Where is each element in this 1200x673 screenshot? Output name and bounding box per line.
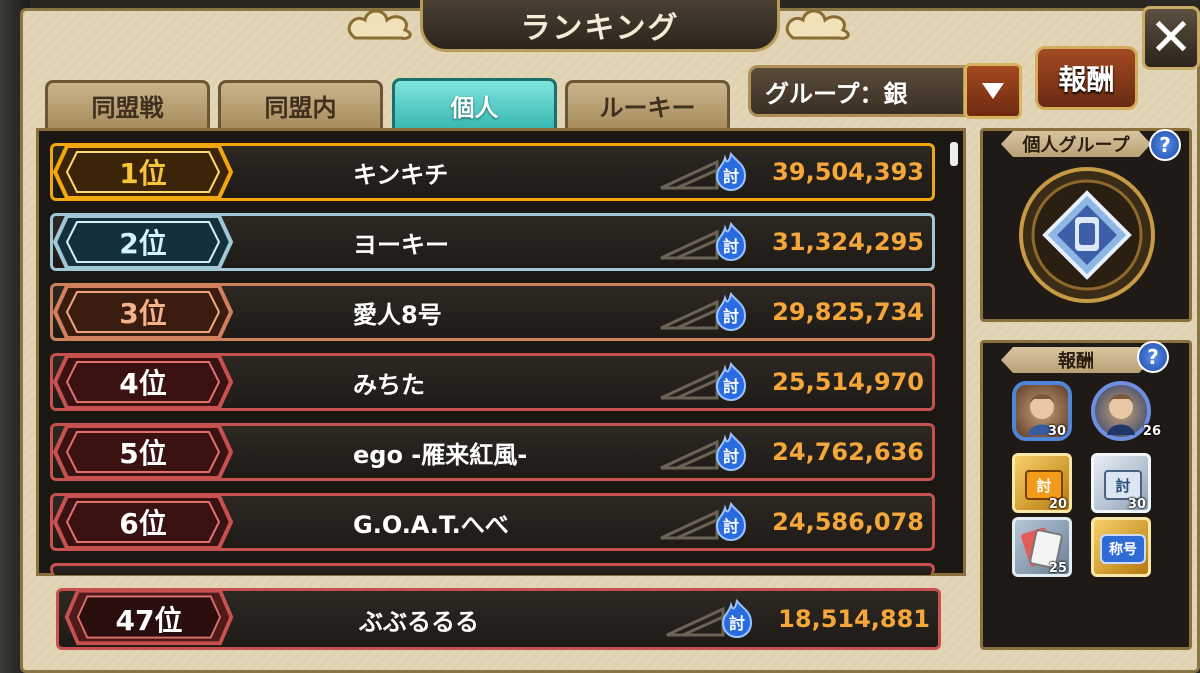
svg-text:討: 討 xyxy=(723,237,739,256)
reward-count: 30 xyxy=(1127,497,1146,512)
player-score: 39,504,393 xyxy=(772,158,924,186)
wedge-decoration-icon xyxy=(660,160,719,190)
group-panel-title: 個人グループ xyxy=(1001,131,1151,157)
silver-ticket-icon[interactable]: 討 30 xyxy=(1091,453,1151,513)
gold-ticket-icon[interactable]: 討 20 xyxy=(1012,453,1072,513)
rank-label: 6位 xyxy=(119,507,167,540)
silver-group-emblem-icon xyxy=(1019,167,1155,303)
player-name: G.O.A.T.へべ xyxy=(353,510,509,539)
triangle-down-icon xyxy=(982,83,1004,99)
tab-alliance-internal[interactable]: 同盟内 xyxy=(218,80,383,128)
title-bar: ランキング xyxy=(420,0,780,52)
ranking-row[interactable]: 6位 G.O.A.T.へべ 討 24,586,078 xyxy=(50,493,935,551)
scrollbar[interactable] xyxy=(948,140,960,570)
defeat-count-icon: 討 xyxy=(715,362,747,402)
wedge-decoration-icon xyxy=(660,440,719,470)
ranking-row[interactable]: 1位 キンキチ 討 39,504,393 xyxy=(50,143,935,201)
defeat-count-icon: 討 xyxy=(715,152,747,192)
player-score: 25,514,970 xyxy=(772,368,924,396)
player-name: ヨーキー xyxy=(353,230,449,259)
wedge-decoration-icon xyxy=(660,230,719,260)
ranking-row[interactable]: 4位 みちた 討 25,514,970 xyxy=(50,353,935,411)
player-name: ego -雁来紅風- xyxy=(353,440,528,469)
character-portrait-frame-icon[interactable]: 30 xyxy=(1012,381,1072,441)
player-name: 愛人8号 xyxy=(353,300,442,329)
player-score: 24,762,636 xyxy=(772,438,924,466)
reward-panel-title: 報酬 xyxy=(1001,347,1151,373)
reward-help-button[interactable]: ? xyxy=(1137,341,1169,373)
wedge-decoration-icon xyxy=(660,510,719,540)
reward-count: 26 xyxy=(1142,424,1161,439)
rank-label: 5位 xyxy=(119,437,167,470)
defeat-count-icon: 討 xyxy=(715,432,747,472)
self-rank-label: 47位 xyxy=(115,604,183,637)
wedge-decoration-icon xyxy=(666,607,725,637)
self-score: 18,514,881 xyxy=(778,605,930,633)
rank-label: 1位 xyxy=(119,157,167,190)
defeat-count-icon: 討 xyxy=(715,292,747,332)
ticket-glyph: 討 xyxy=(1104,470,1142,500)
card-pack-icon[interactable]: 25 xyxy=(1012,517,1072,577)
reward-count: 20 xyxy=(1048,497,1067,512)
close-button[interactable]: ✕ xyxy=(1142,6,1200,70)
wedge-decoration-icon xyxy=(660,370,719,400)
wedge-decoration-icon xyxy=(660,300,719,330)
title-badge-glyph: 称号 xyxy=(1100,534,1146,564)
reward-count: 30 xyxy=(1047,424,1066,439)
individual-group-panel: 個人グループ ? xyxy=(980,128,1192,322)
tab-alliance-war[interactable]: 同盟戦 xyxy=(45,80,210,128)
reward-count: 25 xyxy=(1048,561,1067,576)
cloud-ornament-right-icon xyxy=(785,9,850,40)
cloud-ornament-left-icon xyxy=(347,9,412,40)
player-score: 31,324,295 xyxy=(772,228,924,256)
tab-rookie[interactable]: ルーキー xyxy=(565,80,730,128)
page-title: ランキング xyxy=(520,10,680,46)
ranking-row[interactable]: 5位 ego -雁来紅風- 討 24,762,636 xyxy=(50,423,935,481)
player-score: 29,825,734 xyxy=(772,298,924,326)
defeat-count-icon: 討 xyxy=(721,599,753,639)
self-player-name: ぶぶるるる xyxy=(359,607,479,636)
ranking-row[interactable]: 2位 ヨーキー 討 31,324,295 xyxy=(50,213,935,271)
svg-text:討: 討 xyxy=(723,517,739,536)
group-select[interactable]: グループ：銀 xyxy=(748,65,966,117)
rank-label: 2位 xyxy=(119,227,167,260)
svg-text:討: 討 xyxy=(723,377,739,396)
character-portrait-round-icon[interactable]: 26 xyxy=(1091,381,1161,441)
ranking-row-partial xyxy=(50,563,935,575)
defeat-count-icon: 討 xyxy=(715,222,747,262)
reward-panel: 報酬 ? 30 26 討 20 討 30 25 称号 xyxy=(980,340,1192,650)
title-badge-icon[interactable]: 称号 xyxy=(1091,517,1151,577)
svg-text:討: 討 xyxy=(723,447,739,466)
group-dropdown-button[interactable] xyxy=(964,63,1022,119)
ranking-row[interactable]: 3位 愛人8号 討 29,825,734 xyxy=(50,283,935,341)
svg-text:討: 討 xyxy=(723,167,739,186)
ticket-glyph: 討 xyxy=(1025,470,1063,500)
tab-individual[interactable]: 個人 xyxy=(392,78,557,138)
rank-label: 4位 xyxy=(119,367,167,400)
group-help-button[interactable]: ? xyxy=(1149,129,1181,161)
self-rank-row[interactable]: 47位 ぶぶるるる 討 18,514,881 xyxy=(56,588,941,650)
defeat-count-icon: 討 xyxy=(715,502,747,542)
reward-button[interactable]: 報酬 xyxy=(1035,46,1138,110)
player-name: みちた xyxy=(353,370,425,399)
scroll-thumb[interactable] xyxy=(950,142,958,166)
player-score: 24,586,078 xyxy=(772,508,924,536)
svg-text:討: 討 xyxy=(729,614,745,633)
player-name: キンキチ xyxy=(353,160,449,189)
rank-label: 3位 xyxy=(119,297,167,330)
svg-text:討: 討 xyxy=(723,307,739,326)
